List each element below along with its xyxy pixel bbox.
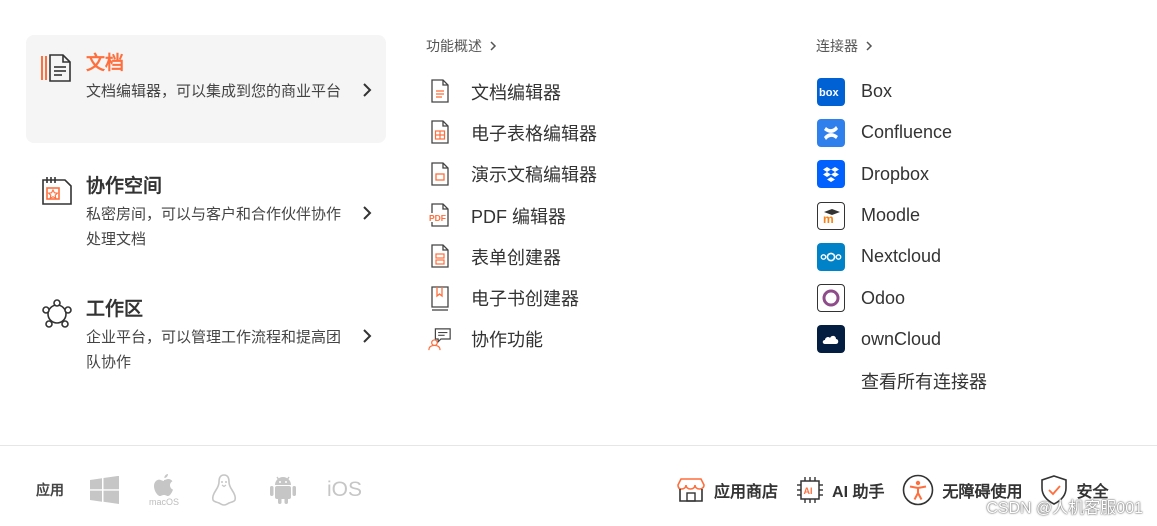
ai-chip-icon: AI <box>796 476 824 504</box>
form-icon <box>428 244 452 270</box>
product-title: 协作空间 <box>86 176 163 197</box>
features-header-label: 功能概述 <box>426 38 482 54</box>
chevron-right-icon <box>490 41 497 51</box>
feature-pdf-editor[interactable]: PDF PDF 编辑器 <box>428 195 597 236</box>
ios-label: iOS <box>327 478 363 501</box>
dropbox-logo-icon <box>817 160 845 189</box>
connector-label: Odoo <box>861 287 906 308</box>
nextcloud-logo-icon <box>817 242 845 271</box>
features-list: 文档编辑器 电子表格编辑器 演示文稿编辑器 PDF PDF 编辑器 表单创建器 … <box>428 71 597 360</box>
product-title: 工作区 <box>86 299 144 320</box>
odoo-logo-icon <box>817 284 845 313</box>
connectors-list: box Box Confluence Dropbox m Moodle Next… <box>817 71 987 401</box>
product-rooms[interactable]: 协作空间 私密房间，可以与客户和合作伙伴协作处理文档 <box>26 158 386 266</box>
svg-text:PDF: PDF <box>429 213 446 223</box>
connector-label: Moodle <box>861 205 921 226</box>
feature-spreadsheet-editor[interactable]: 电子表格编辑器 <box>428 112 597 153</box>
features-header[interactable]: 功能概述 <box>426 36 497 56</box>
product-description: 文档编辑器，可以集成到您的商业平台 <box>86 83 342 100</box>
connector-label: Dropbox <box>861 163 930 184</box>
linux-icon[interactable] <box>209 474 239 506</box>
product-description: 企业平台，可以管理工作流程和提高团队协作 <box>86 329 342 371</box>
connector-nextcloud[interactable]: Nextcloud <box>817 236 987 277</box>
chevron-right-icon <box>866 41 873 51</box>
feature-label: 文档编辑器 <box>471 82 561 103</box>
product-title: 文档 <box>86 53 125 74</box>
feature-form-creator[interactable]: 表单创建器 <box>428 236 597 277</box>
connector-confluence[interactable]: Confluence <box>817 112 987 153</box>
product-workspace[interactable]: 工作区 企业平台，可以管理工作流程和提高团队协作 <box>26 281 386 389</box>
connector-owncloud[interactable]: ownCloud <box>817 319 987 360</box>
box-logo-icon: box <box>817 77 845 106</box>
feature-label: 电子表格编辑器 <box>471 123 597 144</box>
app-store-link[interactable]: 应用商店 <box>676 477 778 503</box>
connector-dropbox[interactable]: Dropbox <box>817 154 987 195</box>
ebook-icon <box>428 285 452 311</box>
connector-odoo[interactable]: Odoo <box>817 277 987 318</box>
ai-assistant-label: AI 助手 <box>832 484 885 501</box>
feature-label: PDF 编辑器 <box>471 206 567 227</box>
macos-label: macOS <box>149 496 180 507</box>
accessibility-icon <box>902 474 934 506</box>
ios-icon[interactable]: iOS <box>327 478 362 502</box>
connector-label: ownCloud <box>861 328 942 349</box>
document-icon <box>428 79 452 105</box>
feature-collaboration[interactable]: 协作功能 <box>428 319 597 360</box>
svg-text:box: box <box>819 87 839 98</box>
moodle-logo-icon: m <box>817 201 845 230</box>
pdf-icon: PDF <box>428 203 452 229</box>
connectors-header[interactable]: 连接器 <box>816 36 873 56</box>
rooms-icon <box>42 177 72 205</box>
svg-text:m: m <box>823 212 834 224</box>
app-store-label: 应用商店 <box>714 484 779 501</box>
connectors-header-label: 连接器 <box>816 38 858 54</box>
feature-presentation-editor[interactable]: 演示文稿编辑器 <box>428 154 597 195</box>
svg-text:AI: AI <box>804 486 813 496</box>
connector-moodle[interactable]: m Moodle <box>817 195 987 236</box>
presentation-icon <box>428 161 452 187</box>
feature-document-editor[interactable]: 文档编辑器 <box>428 71 597 112</box>
feature-ebook-creator[interactable]: 电子书创建器 <box>428 277 597 318</box>
workspace-icon <box>42 299 72 328</box>
macos-icon[interactable]: macOS <box>149 473 180 507</box>
feature-label: 演示文稿编辑器 <box>471 165 597 186</box>
connector-label: Nextcloud <box>861 246 942 267</box>
footer-divider <box>0 445 1157 446</box>
products-column: 文档 文档编辑器，可以集成到您的商业平台 协作空间 私密房间，可以与客户和合作伙… <box>26 35 386 389</box>
view-all-connectors-label: 查看所有连接器 <box>861 371 987 392</box>
watermark: CSDN @人机客服001 <box>986 500 1143 517</box>
confluence-logo-icon <box>817 118 845 147</box>
product-docs[interactable]: 文档 文档编辑器，可以集成到您的商业平台 <box>26 35 386 143</box>
docs-icon <box>41 54 71 82</box>
store-icon <box>676 477 706 503</box>
apps-label: 应用 <box>36 482 64 498</box>
product-description: 私密房间，可以与客户和合作伙伴协作处理文档 <box>86 206 342 248</box>
connector-label: Box <box>861 81 893 102</box>
android-icon[interactable] <box>269 475 297 505</box>
spreadsheet-icon <box>428 120 452 146</box>
connector-label: Confluence <box>861 122 953 143</box>
owncloud-logo-icon <box>817 325 845 354</box>
collaboration-icon <box>428 326 452 352</box>
view-all-connectors-link[interactable]: 查看所有连接器 <box>817 360 987 401</box>
windows-icon[interactable] <box>90 476 119 504</box>
footer-apps: 应用 macOS iOS <box>36 470 392 510</box>
chevron-right-icon <box>363 83 372 97</box>
chevron-right-icon <box>363 329 372 343</box>
feature-label: 协作功能 <box>471 330 543 351</box>
connector-box[interactable]: box Box <box>817 71 987 112</box>
ai-assistant-link[interactable]: AI AI 助手 <box>796 476 884 504</box>
chevron-right-icon <box>363 206 372 220</box>
feature-label: 电子书创建器 <box>471 289 579 310</box>
feature-label: 表单创建器 <box>471 247 561 268</box>
